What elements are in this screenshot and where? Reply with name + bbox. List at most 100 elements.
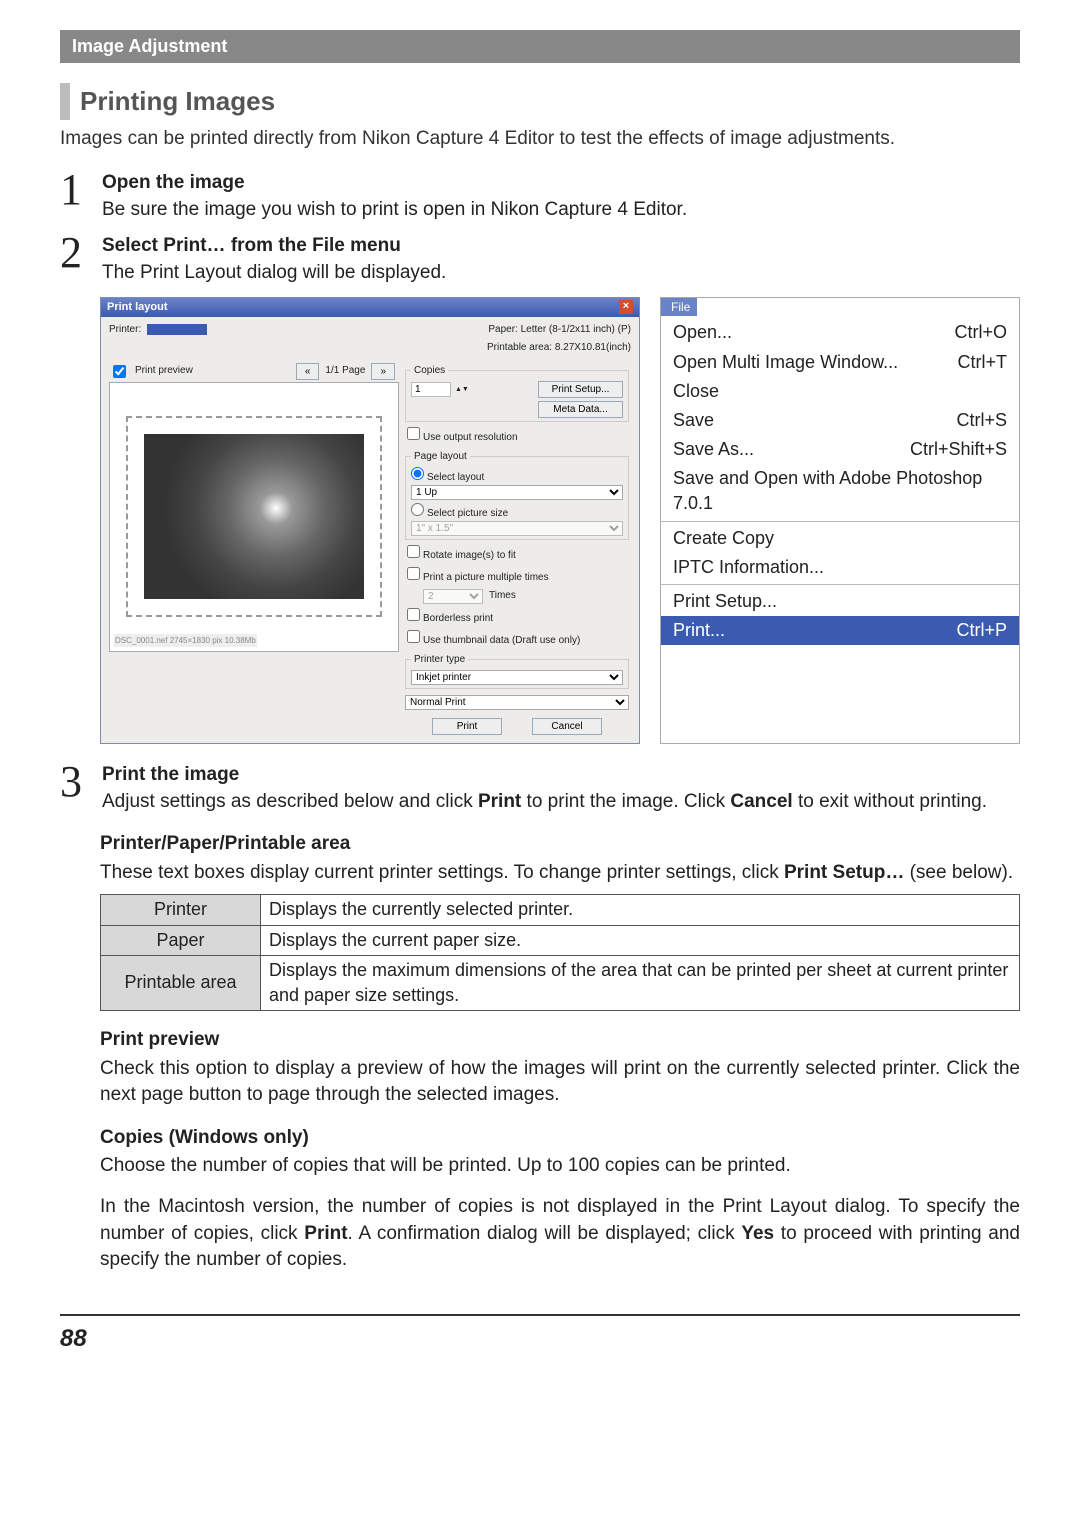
printer-type-select[interactable]: Inkjet printer	[411, 670, 623, 685]
menu-separator	[661, 584, 1019, 585]
select-layout-radio[interactable]	[411, 467, 424, 480]
step-3: 3 Print the image Adjust settings as des…	[60, 762, 1020, 815]
text-bold: Print Setup…	[784, 862, 904, 883]
menu-shortcut: Ctrl+T	[958, 350, 1008, 375]
step-number: 1	[60, 170, 94, 210]
preview-image	[144, 434, 364, 599]
table-label: Printer	[101, 895, 261, 925]
dialog-titlebar: Print layout ×	[101, 298, 639, 317]
menu-separator	[661, 521, 1019, 522]
printer-paper-table: Printer Displays the currently selected …	[100, 894, 1020, 1011]
page-heading: Printing Images	[60, 83, 1020, 119]
menu-shortcut: Ctrl+Shift+S	[910, 437, 1007, 462]
picture-size-select[interactable]: 1" x 1.5"	[411, 521, 623, 536]
subsection-heading: Copies (Windows only)	[60, 1125, 1020, 1152]
borderless-checkbox[interactable]	[407, 608, 420, 621]
table-row: Printable area Displays the maximum dime…	[101, 955, 1020, 1010]
table-desc: Displays the current paper size.	[261, 925, 1020, 955]
menu-label: Print...	[673, 618, 725, 643]
table-label: Printable area	[101, 955, 261, 1010]
page-layout-group: Page layout Select layout 1 Up Select pi…	[405, 450, 629, 540]
step-desc: The Print Layout dialog will be displaye…	[102, 260, 1020, 287]
page-indicator: 1/1 Page	[325, 364, 365, 378]
table-row: Paper Displays the current paper size.	[101, 925, 1020, 955]
menu-item-close[interactable]: Close	[661, 377, 1019, 406]
times-select[interactable]: 2	[423, 589, 483, 604]
copies-legend: Copies	[411, 364, 448, 378]
printer-label: Printer:	[109, 323, 141, 337]
table-label: Paper	[101, 925, 261, 955]
preview-area: DSC_0001.nef 2745×1830 pix 10.38Mb	[109, 382, 399, 652]
step-number: 2	[60, 233, 94, 273]
text-bold: Print	[478, 791, 521, 812]
multiple-checkbox[interactable]	[407, 567, 420, 580]
subsection-heading: Printer/Paper/Printable area	[60, 831, 1020, 858]
step-title-part: from the	[226, 235, 313, 256]
picture-size-radio[interactable]	[411, 503, 424, 516]
text-part: to print the image. Click	[521, 791, 730, 812]
menu-label: Save	[673, 408, 714, 433]
menu-item-print[interactable]: Print... Ctrl+P	[661, 616, 1019, 645]
step-title: Select Print… from the File menu	[102, 233, 1020, 260]
picture-size-label: Select picture size	[427, 508, 508, 519]
menu-label: Save and Open with Adobe Photoshop 7.0.1	[673, 466, 1007, 516]
select-layout-label: Select layout	[427, 472, 484, 483]
print-layout-dialog: Print layout × Printer: Paper: Letter (8…	[100, 297, 640, 744]
text-part: to exit without printing.	[793, 791, 987, 812]
menu-label: IPTC Information...	[673, 555, 824, 580]
prev-page-button[interactable]: «	[296, 363, 320, 380]
normal-print-select[interactable]: Normal Print	[405, 695, 629, 710]
meta-data-button[interactable]: Meta Data...	[538, 401, 623, 418]
menu-label: Create Copy	[673, 526, 774, 551]
rotate-label: Rotate image(s) to fit	[423, 550, 516, 561]
page-number: 88	[60, 1314, 1020, 1356]
close-icon[interactable]: ×	[619, 300, 633, 314]
menu-item-open[interactable]: Open...Ctrl+O	[661, 318, 1019, 347]
subsection-body: Check this option to display a preview o…	[60, 1056, 1020, 1109]
step-title: Open the image	[102, 170, 1020, 197]
menu-shortcut: Ctrl+P	[956, 618, 1007, 643]
thumbnail-label: Use thumbnail data (Draft use only)	[423, 635, 580, 646]
step-title-part: menu	[345, 235, 401, 256]
step-title-bold: Print…	[163, 235, 225, 256]
print-setup-button[interactable]: Print Setup...	[538, 381, 623, 398]
subsection-body: These text boxes display current printer…	[60, 860, 1020, 887]
menu-label: Close	[673, 379, 719, 404]
step-title-part: Select	[102, 235, 163, 256]
times-label: Times	[489, 589, 516, 603]
intro-text: Images can be printed directly from Niko…	[60, 126, 1020, 153]
printer-type-legend: Printer type	[411, 653, 468, 667]
print-preview-checkbox[interactable]	[113, 365, 126, 378]
print-button[interactable]: Print	[432, 718, 502, 735]
thumbnail-checkbox[interactable]	[407, 630, 420, 643]
step-title: Print the image	[102, 762, 1020, 789]
menu-item-iptc[interactable]: IPTC Information...	[661, 553, 1019, 582]
menu-item-save-open-ps[interactable]: Save and Open with Adobe Photoshop 7.0.1	[661, 464, 1019, 518]
menu-item-create-copy[interactable]: Create Copy	[661, 524, 1019, 553]
menu-label: Open...	[673, 320, 732, 345]
multiple-label: Print a picture multiple times	[423, 572, 549, 583]
copies-input[interactable]	[411, 382, 451, 397]
text-bold: Print	[304, 1223, 347, 1244]
copies-spinner[interactable]: ▲▼	[455, 386, 469, 393]
menu-item-open-multi[interactable]: Open Multi Image Window...Ctrl+T	[661, 348, 1019, 377]
next-page-button[interactable]: »	[371, 363, 395, 380]
step-2: 2 Select Print… from the File menu The P…	[60, 233, 1020, 286]
printable-area-label: Printable area: 8.27X10.81(inch)	[487, 341, 631, 355]
layout-select[interactable]: 1 Up	[411, 485, 623, 500]
paper-label: Paper: Letter (8-1/2x11 inch) (P)	[488, 323, 631, 337]
file-menu: File Open...Ctrl+O Open Multi Image Wind…	[660, 297, 1020, 744]
rotate-checkbox[interactable]	[407, 545, 420, 558]
table-desc: Displays the maximum dimensions of the a…	[261, 955, 1020, 1010]
menu-item-print-setup[interactable]: Print Setup...	[661, 587, 1019, 616]
borderless-label: Borderless print	[423, 613, 493, 624]
output-resolution-checkbox[interactable]	[407, 427, 420, 440]
menu-shortcut: Ctrl+S	[956, 408, 1007, 433]
step-desc: Adjust settings as described below and c…	[102, 789, 1020, 816]
menu-item-save-as[interactable]: Save As...Ctrl+Shift+S	[661, 435, 1019, 464]
text-bold: Cancel	[730, 791, 792, 812]
step-title-bold: File	[312, 235, 345, 256]
file-menu-tab[interactable]: File	[661, 298, 697, 317]
cancel-button[interactable]: Cancel	[532, 718, 602, 735]
menu-item-save[interactable]: Save Ctrl+S	[661, 406, 1019, 435]
